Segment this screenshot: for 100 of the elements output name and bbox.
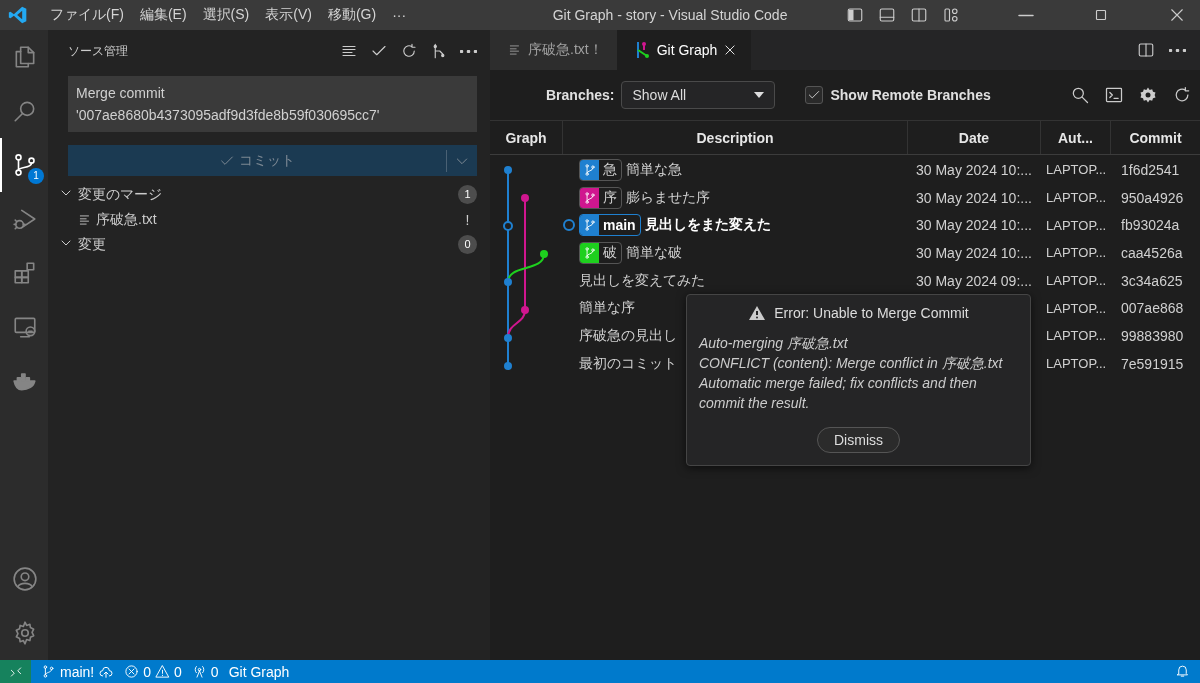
commit-node[interactable] bbox=[504, 278, 512, 286]
git-graph-status[interactable]: Git Graph bbox=[228, 663, 290, 680]
git-graph-icon bbox=[430, 42, 448, 60]
commit-hash: 99883980 bbox=[1121, 327, 1184, 344]
commit-node[interactable] bbox=[504, 362, 512, 370]
commit-hash: 950a4926 bbox=[1121, 189, 1184, 206]
tag-label: main bbox=[602, 217, 637, 234]
settings-icon bbox=[1138, 85, 1158, 105]
commit-message: 簡単な破 bbox=[626, 243, 682, 262]
git-graph-icon bbox=[634, 41, 651, 59]
commit-message: 簡単な序 bbox=[579, 299, 635, 318]
tag-label: 破 bbox=[602, 243, 618, 262]
dialog-title: Error: Unable to Merge Commit bbox=[774, 305, 969, 321]
commit-author: LAPTOP... bbox=[1046, 245, 1107, 261]
problems-status[interactable]: 0 0 bbox=[124, 663, 182, 680]
branches-dropdown[interactable]: Show All bbox=[621, 81, 776, 109]
group-label[interactable]: 変更のマージ bbox=[78, 185, 458, 204]
menu-item[interactable]: 表示(V) bbox=[257, 6, 320, 24]
commit-node[interactable] bbox=[504, 166, 512, 174]
panel-toggle-icon bbox=[878, 6, 896, 24]
commit-node[interactable] bbox=[521, 194, 529, 202]
split-editor-icon bbox=[1137, 41, 1155, 59]
commit-message-field[interactable]: Merge commit '007ae8680b4373095adf9d3fde8b59f030695cc7' bbox=[68, 76, 477, 132]
window-title: Git Graph - story - Visual Studio Code bbox=[551, 7, 789, 23]
layout-icon bbox=[942, 6, 960, 24]
commit-date: 30 May 2024 10:... bbox=[916, 161, 1032, 178]
commit-author: LAPTOP... bbox=[1046, 162, 1107, 178]
tab-label: 序破急.txt！ bbox=[528, 41, 603, 59]
file-name[interactable]: 序破急.txt bbox=[96, 210, 458, 229]
commit-author: LAPTOP... bbox=[1046, 273, 1107, 289]
close-icon bbox=[723, 43, 738, 57]
commit-hash: 7e591915 bbox=[1121, 355, 1184, 372]
commit-message: 見出しをまた変えた bbox=[644, 216, 771, 235]
group-label[interactable]: 変更 bbox=[78, 235, 458, 254]
branch-tag[interactable]: 急 bbox=[579, 158, 622, 181]
button-label: コミット bbox=[239, 151, 295, 170]
commit-node[interactable] bbox=[503, 221, 513, 231]
column-header[interactable]: Graph bbox=[490, 121, 563, 154]
menu-item[interactable]: ··· bbox=[384, 7, 415, 23]
commit-hash: caa4526a bbox=[1121, 244, 1183, 261]
menu-item[interactable]: 移動(G) bbox=[319, 6, 385, 24]
commit-hash: 1f6d2541 bbox=[1121, 161, 1180, 178]
sidebar-toggle-icon bbox=[846, 6, 864, 24]
minimize-icon bbox=[1018, 13, 1034, 17]
count-badge: 1 bbox=[28, 168, 44, 184]
commit-node[interactable] bbox=[540, 250, 548, 258]
check-icon bbox=[807, 88, 822, 102]
close-icon bbox=[1168, 6, 1186, 24]
branch-tag[interactable]: 破 bbox=[579, 241, 622, 264]
branches-label: Branches: bbox=[546, 87, 615, 103]
error-icon bbox=[124, 664, 140, 679]
ports-status[interactable]: 0 bbox=[191, 663, 219, 680]
commit-author: LAPTOP... bbox=[1046, 217, 1107, 233]
commit-date: 30 May 2024 10:... bbox=[916, 217, 1032, 234]
commit-author: LAPTOP... bbox=[1046, 300, 1107, 316]
branch-status[interactable]: main! bbox=[41, 663, 115, 680]
antenna-icon bbox=[191, 664, 207, 679]
commit-message: 簡単な急 bbox=[626, 160, 682, 179]
column-header[interactable]: Aut... bbox=[1041, 121, 1111, 154]
remote-branches-checkbox[interactable]: Show Remote Branches bbox=[805, 86, 991, 104]
remote-icon bbox=[8, 664, 23, 679]
commit-hash: 3c34a625 bbox=[1121, 272, 1183, 289]
menu-item[interactable]: 編集(E) bbox=[131, 6, 195, 24]
panel-title: ソース管理 bbox=[68, 42, 128, 60]
commit-hash: 007ae868 bbox=[1121, 300, 1184, 317]
commit-message: 見出しを変えてみた bbox=[579, 271, 705, 290]
commit-author: LAPTOP... bbox=[1046, 356, 1107, 372]
editor-tab[interactable]: Git Graph bbox=[616, 30, 752, 70]
commit-message: 序破急の見出し bbox=[579, 326, 677, 345]
commit-date: 30 May 2024 09:... bbox=[916, 272, 1032, 289]
menu-item[interactable]: 選択(S) bbox=[194, 6, 258, 24]
more-icon bbox=[460, 49, 477, 53]
commit-hash: fb93024a bbox=[1121, 217, 1180, 234]
tag-label: 序 bbox=[602, 188, 618, 207]
menu-item[interactable]: ファイル(F) bbox=[42, 6, 132, 24]
commit-node[interactable] bbox=[504, 334, 512, 342]
refresh-icon bbox=[400, 42, 418, 60]
tab-label: Git Graph bbox=[656, 42, 718, 58]
count-badge: 1 bbox=[458, 185, 477, 204]
commit-author: LAPTOP... bbox=[1046, 328, 1107, 344]
dismiss-button[interactable]: Dismiss bbox=[817, 427, 900, 453]
branch-tag[interactable]: main bbox=[579, 214, 641, 237]
column-header[interactable]: Description bbox=[563, 121, 908, 154]
column-header[interactable]: Date bbox=[908, 121, 1041, 154]
commit-node[interactable] bbox=[521, 306, 529, 314]
file-lines-icon bbox=[508, 43, 522, 57]
app-logo-icon bbox=[8, 5, 28, 25]
file-lines-icon bbox=[78, 212, 92, 227]
column-header[interactable]: Commit bbox=[1111, 121, 1200, 154]
commit-message: 膨らませた序 bbox=[626, 188, 710, 207]
commit-date: 30 May 2024 10:... bbox=[916, 189, 1032, 206]
terminal-icon bbox=[1104, 85, 1124, 105]
commit-author: LAPTOP... bbox=[1046, 190, 1107, 206]
branch-glyph-icon bbox=[41, 664, 56, 679]
warning-icon bbox=[748, 305, 767, 321]
tag-label: 急 bbox=[602, 160, 618, 179]
editor-tab[interactable]: 序破急.txt！ bbox=[490, 30, 617, 70]
warning-icon bbox=[155, 664, 171, 679]
branch-tag[interactable]: 序 bbox=[579, 186, 622, 209]
bell-icon bbox=[1175, 662, 1190, 678]
